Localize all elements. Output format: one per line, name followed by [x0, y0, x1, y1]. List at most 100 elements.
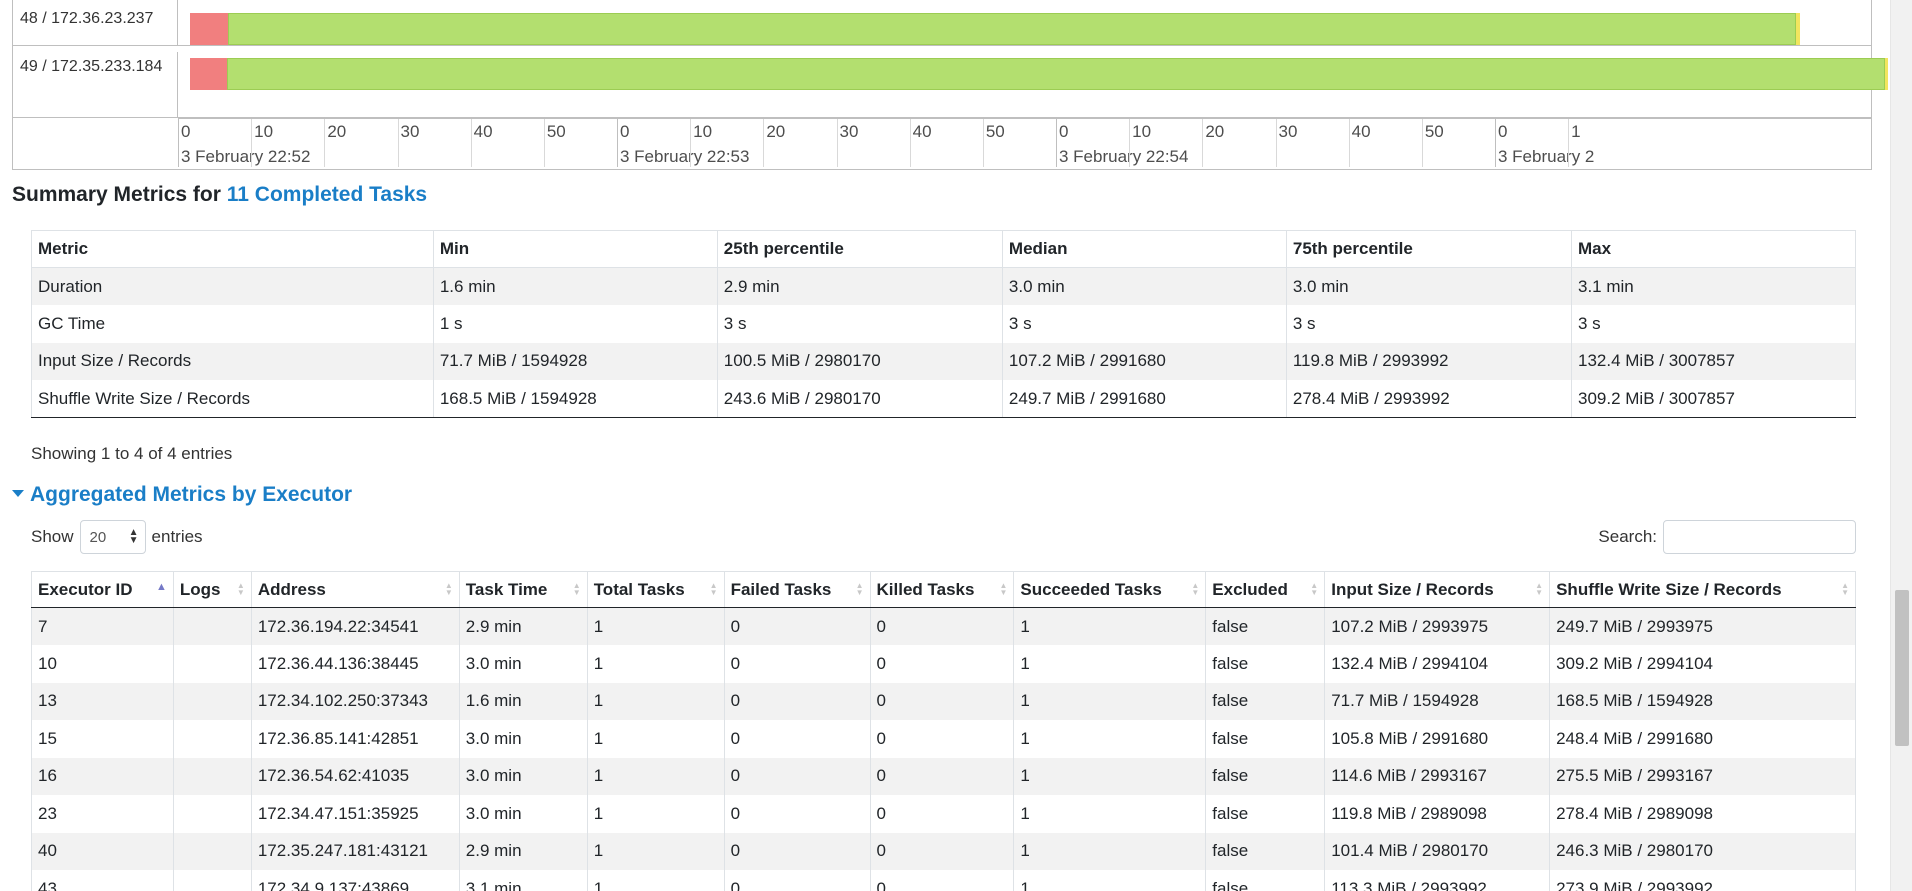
column-header-label: Failed Tasks [730, 579, 832, 599]
summary-column-header: Metric [31, 230, 434, 268]
executor-table-row: 15 172.36.85.141:42851 3.0 min 1 0 0 1 false 105… [31, 720, 1856, 758]
summary-column-header: 75th percentile [1285, 230, 1573, 268]
executor-cell: 0 [723, 870, 871, 891]
executor-column-header[interactable]: Total Tasks ▲ ▼ [586, 571, 725, 608]
executor-table-row: 40 172.35.247.181:43121 2.9 min 1 0 0 1 false 10… [31, 832, 1856, 870]
executor-column-header[interactable]: Logs ▲ ▼ [172, 571, 252, 608]
timeline-major-tick: 0 3 February 22:52 [178, 119, 310, 167]
timeline-tick: 10 [690, 119, 712, 167]
logs-cell[interactable] [172, 645, 252, 683]
executor-cell: 13 [31, 682, 174, 720]
executor-table-header-row: Executor ID ▲ Logs ▲ ▼ Address ▲ ▼ Task Time ▲ ▼ To… [31, 571, 1856, 608]
executor-cell: 40 [31, 832, 174, 870]
executor-cell: 1 [1013, 832, 1207, 870]
executor-cell: 172.35.247.181:43121 [250, 832, 460, 870]
tick-label: 40 [1351, 122, 1371, 141]
tick-label: 50 [1424, 122, 1444, 141]
executor-column-header[interactable]: Task Time ▲ ▼ [458, 571, 588, 608]
timeline-major-tick: 0 3 February 2 [1495, 119, 1594, 167]
timeline-tick: 20 [763, 119, 785, 167]
column-header-label: Task Time [465, 579, 548, 599]
logs-cell[interactable] [172, 795, 252, 833]
executor-cell: 0 [869, 757, 1015, 795]
executor-column-header[interactable]: Succeeded Tasks ▲ ▼ [1013, 571, 1207, 608]
executor-column-header[interactable]: Address ▲ ▼ [250, 571, 460, 608]
timeline-row-label: 48 / 172.36.23.237 [13, 0, 178, 45]
executor-cell: 1 [1013, 870, 1207, 891]
column-header-label: Address [257, 579, 326, 599]
logs-cell[interactable] [172, 870, 252, 891]
summary-column-header: Min [432, 230, 718, 268]
timeline-task-bars[interactable] [178, 52, 1888, 117]
tick-label: 40 [912, 122, 932, 141]
logs-cell[interactable] [172, 757, 252, 795]
sort-both-icon: ▲ ▼ [855, 581, 864, 597]
executor-cell: 0 [869, 607, 1015, 645]
tick-label: 0 [1059, 122, 1069, 141]
completed-tasks-link[interactable]: 11 Completed Tasks [227, 183, 427, 206]
logs-cell[interactable] [172, 832, 252, 870]
executor-cell: 172.36.44.136:38445 [250, 645, 460, 683]
sort-both-icon: ▲ ▼ [1535, 581, 1544, 597]
sort-both-icon: ▲ ▼ [1841, 581, 1849, 597]
executor-column-header[interactable]: Shuffle Write Size / Records ▲ ▼ [1549, 571, 1856, 608]
executor-column-header[interactable]: Excluded ▲ ▼ [1205, 571, 1326, 608]
sort-both-icon: ▲ ▼ [709, 581, 718, 597]
executor-cell: 0 [723, 645, 871, 683]
timeline-tick: 20 [324, 119, 346, 167]
executor-cell: 1 [586, 682, 725, 720]
logs-cell[interactable] [172, 720, 252, 758]
executor-cell: 1 [1013, 757, 1207, 795]
result-serialization-bar [1885, 58, 1888, 90]
executor-cell: false [1205, 645, 1326, 683]
summary-cell: Duration [31, 267, 434, 305]
summary-metrics-table: Metric Min 25th percentile Median 75th perce… [31, 230, 1856, 418]
tick-label: 30 [1278, 122, 1298, 141]
vertical-scrollbar[interactable] [1890, 0, 1912, 891]
timeline-tick: 30 [836, 119, 858, 167]
tick-label: 20 [1205, 122, 1225, 141]
executor-cell: 107.2 MiB / 2993975 [1324, 607, 1551, 645]
page-length-select[interactable]: 20 ▲ ▼ [79, 520, 146, 554]
tick-label: 0 [1498, 122, 1508, 141]
executor-column-header[interactable]: Executor ID ▲ [31, 571, 174, 608]
timeline-task-bars[interactable] [178, 0, 1871, 45]
sort-both-icon: ▲ ▼ [1191, 581, 1200, 597]
entries-label: entries [151, 527, 203, 546]
executor-cell: 172.34.9.137:43869 [250, 870, 460, 891]
executor-table-row: 13 172.34.102.250:37343 1.6 min 1 0 0 1 false 71… [31, 682, 1856, 720]
column-header-label: Excluded [1212, 579, 1288, 599]
logs-cell[interactable] [172, 682, 252, 720]
executor-column-header[interactable]: Input Size / Records ▲ ▼ [1324, 571, 1551, 608]
aggregated-metrics-toggle[interactable]: Aggregated Metrics by Executor [12, 483, 352, 507]
executor-cell: 23 [31, 795, 174, 833]
tick-label: 50 [546, 122, 566, 141]
search-input[interactable] [1663, 520, 1856, 554]
executor-column-header[interactable]: Killed Tasks ▲ ▼ [869, 571, 1015, 608]
timeline-row: 48 / 172.36.23.237 [13, 0, 1871, 46]
tick-date-label: 3 February 22:54 [1059, 147, 1189, 166]
executor-cell: 0 [869, 795, 1015, 833]
timeline-tick: 1 [1568, 119, 1581, 167]
executor-cell: 105.8 MiB / 2991680 [1324, 720, 1551, 758]
executor-cell: 7 [31, 607, 174, 645]
executor-cell: 0 [723, 795, 871, 833]
summary-table-row: Shuffle Write Size / Records 168.5 MiB / … [31, 380, 1856, 418]
logs-cell[interactable] [172, 607, 252, 645]
tick-label: 20 [766, 122, 786, 141]
executor-cell: 3.0 min [458, 757, 588, 795]
tick-label: 40 [473, 122, 493, 141]
executor-cell: 249.7 MiB / 2993975 [1549, 607, 1856, 645]
executor-cell: 132.4 MiB / 2994104 [1324, 645, 1551, 683]
scrollbar-thumb[interactable] [1895, 590, 1909, 746]
summary-cell: 2.9 min [716, 267, 1003, 305]
timeline-tick: 40 [909, 119, 932, 167]
summary-column-header: Median [1001, 230, 1287, 268]
executor-cell: false [1205, 795, 1326, 833]
page-length-control: Show 20 ▲ ▼ entries [31, 520, 203, 554]
executor-column-header[interactable]: Failed Tasks ▲ ▼ [723, 571, 871, 608]
executor-cell: 1 [586, 757, 725, 795]
executor-cell: 114.6 MiB / 2993167 [1324, 757, 1551, 795]
timeline-tick: 30 [1275, 119, 1297, 167]
table-search-control: Search: [1598, 520, 1856, 554]
